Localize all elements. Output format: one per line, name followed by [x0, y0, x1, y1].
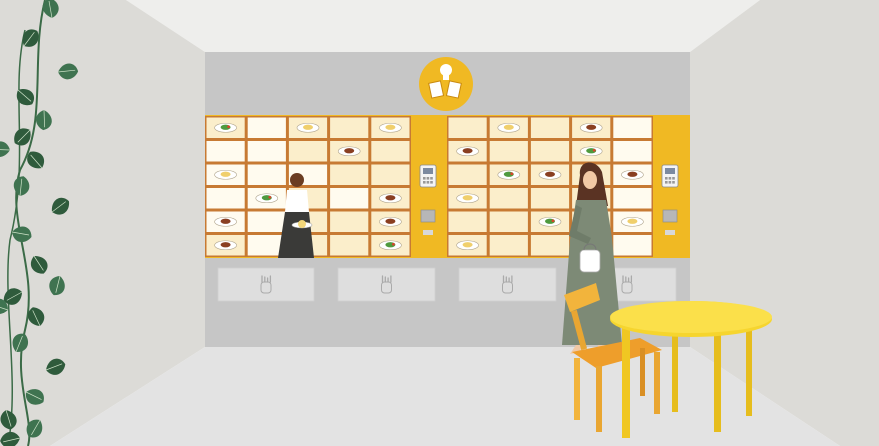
dish-icon	[497, 122, 521, 133]
locker-cell	[330, 235, 369, 256]
locker-cell	[247, 117, 286, 138]
dish-icon	[538, 169, 562, 180]
vending-restaurant-illustration	[0, 0, 879, 446]
locker-cell	[330, 188, 369, 209]
locker-cell	[489, 235, 528, 256]
chef-logo	[419, 57, 473, 111]
locker-cell	[448, 211, 487, 232]
locker-bank	[447, 116, 653, 257]
receipt-slot	[665, 230, 675, 235]
dish-icon	[579, 146, 603, 157]
locker-cell	[371, 141, 410, 162]
dish-icon	[497, 169, 521, 180]
dish-icon	[621, 169, 644, 180]
dish-icon	[379, 216, 402, 227]
locker-cell	[371, 164, 410, 185]
locker-cell	[330, 164, 369, 185]
locker-cell	[247, 211, 286, 232]
locker-cell	[530, 235, 570, 256]
locker-cell	[613, 117, 652, 138]
locker-cell	[448, 164, 487, 185]
handbag	[579, 249, 601, 273]
card-slot	[662, 209, 678, 223]
locker-cell	[489, 188, 528, 209]
hand-sensor-panel	[217, 267, 315, 302]
dish-icon	[214, 216, 237, 227]
locker-cell	[330, 211, 369, 232]
locker-cell	[613, 235, 652, 256]
dish-icon	[214, 169, 237, 180]
dish-icon	[456, 146, 479, 157]
locker-cell	[206, 141, 245, 162]
locker-cell	[288, 141, 328, 162]
waitress-head	[290, 173, 304, 187]
dish-icon	[538, 216, 562, 227]
dish-icon	[214, 240, 237, 251]
dish-icon	[579, 122, 603, 133]
card-slot	[420, 209, 436, 223]
dish-icon	[379, 240, 402, 251]
locker-cell	[206, 188, 245, 209]
locker-cell	[489, 211, 528, 232]
dish-icon	[337, 146, 361, 157]
locker-cell	[613, 188, 652, 209]
payment-terminal-icon	[661, 164, 679, 188]
dish-icon	[456, 240, 479, 251]
payment-terminal-icon	[419, 164, 437, 188]
dish-icon	[456, 193, 479, 204]
locker-cell	[330, 117, 369, 138]
hand-sensor-panel	[458, 267, 557, 302]
locker-cell	[247, 164, 286, 185]
receipt-slot	[423, 230, 433, 235]
dish-icon	[379, 193, 402, 204]
locker-cell	[247, 141, 286, 162]
dish-icon	[255, 193, 279, 204]
table-leg	[622, 326, 630, 438]
locker-cell	[448, 117, 487, 138]
dish-icon	[214, 122, 237, 133]
hand-sensor-panel	[337, 267, 436, 302]
ceiling	[126, 0, 760, 52]
dish-icon	[296, 122, 320, 133]
locker-cell	[613, 141, 652, 162]
locker-cell	[530, 188, 570, 209]
dish-icon	[621, 216, 644, 227]
dish-icon	[379, 122, 402, 133]
customer-face	[583, 171, 597, 189]
locker-cell	[489, 141, 528, 162]
locker-cell	[530, 117, 570, 138]
waitress-shirt	[285, 190, 309, 212]
locker-cell	[530, 141, 570, 162]
